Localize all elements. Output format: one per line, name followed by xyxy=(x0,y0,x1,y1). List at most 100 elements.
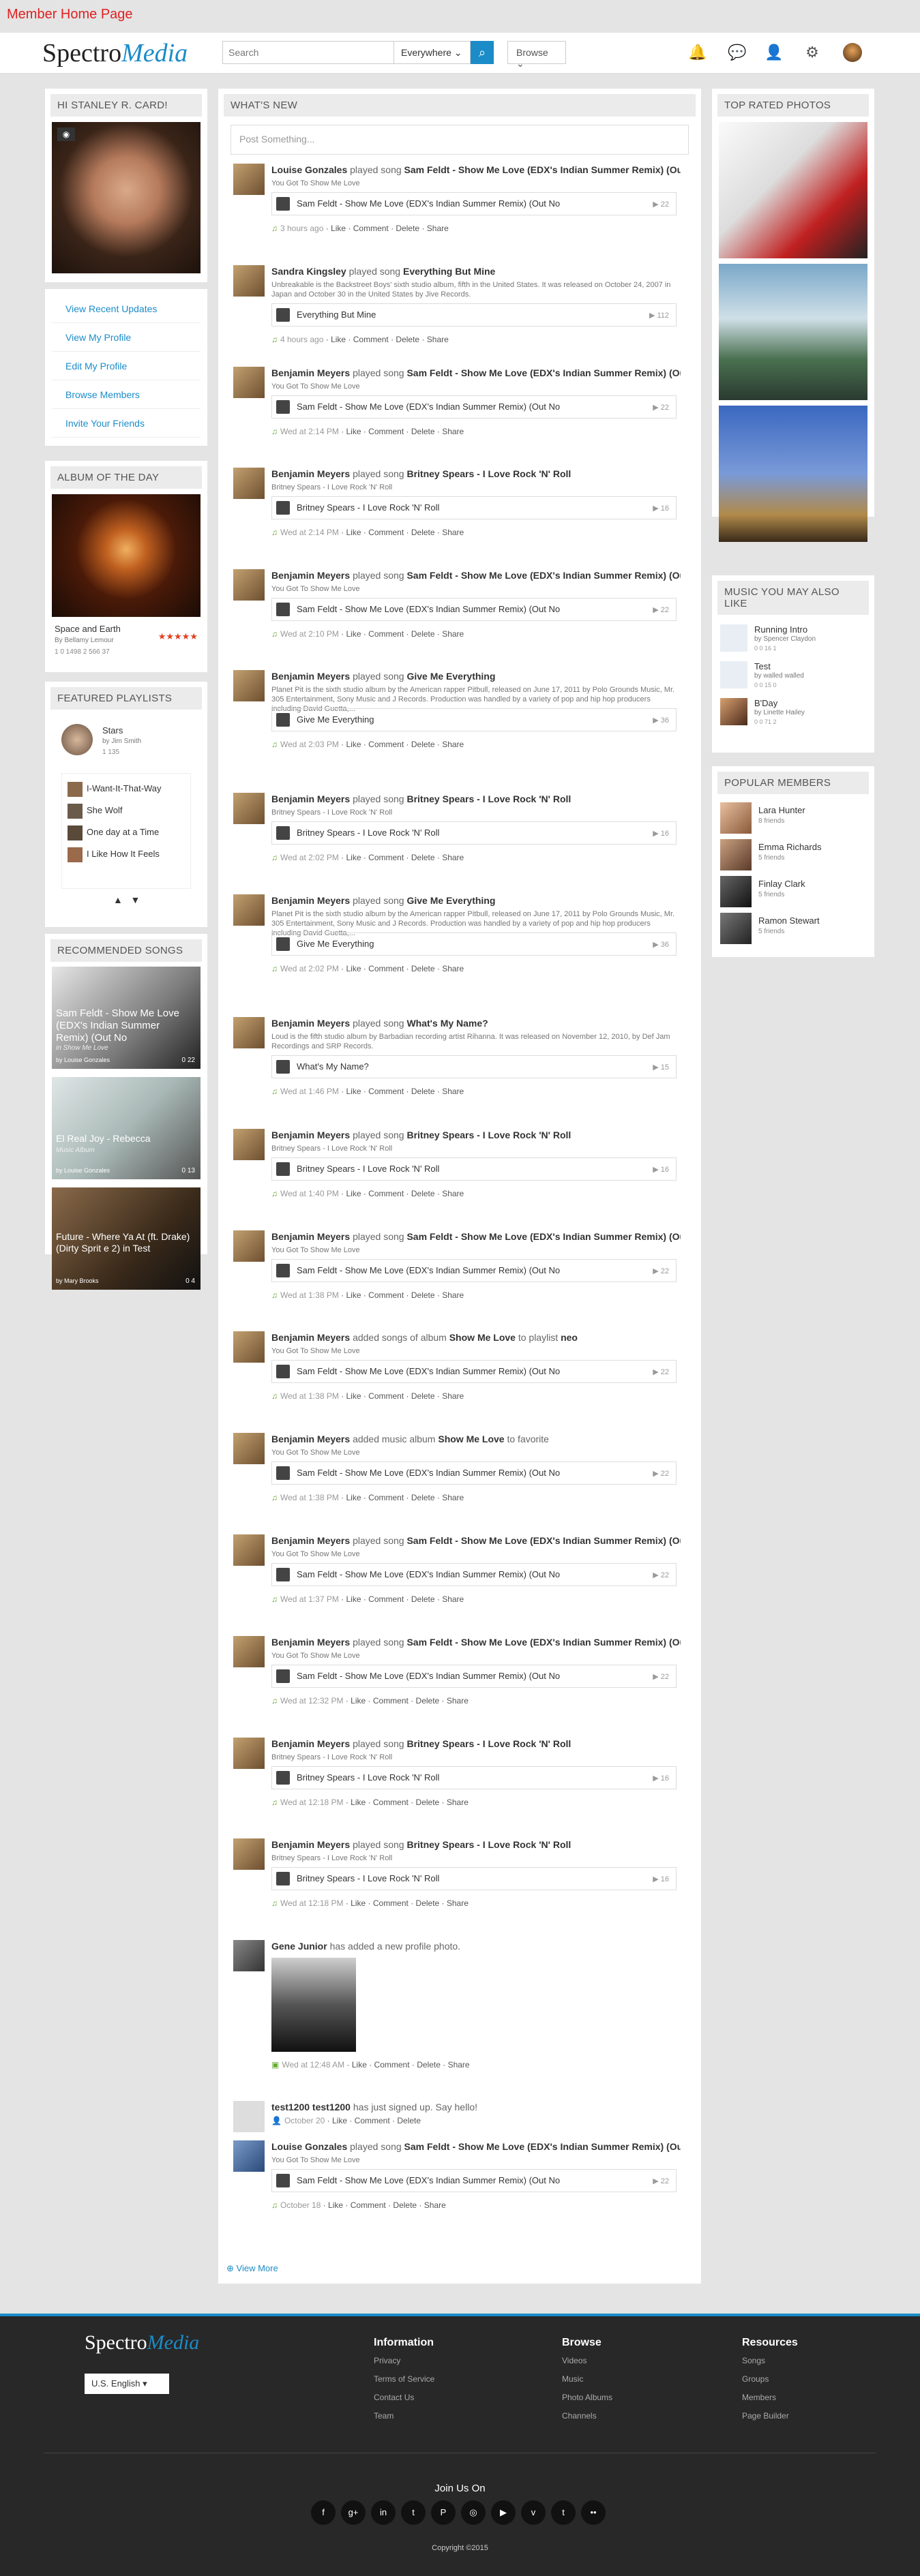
feed-object[interactable]: Give Me Everything xyxy=(406,671,495,682)
actor-name[interactable]: Benjamin Meyers xyxy=(271,367,350,378)
feed-track[interactable]: Sam Feldt - Show Me Love (EDX's Indian S… xyxy=(271,1360,677,1383)
top-photo[interactable] xyxy=(719,406,867,542)
feed-actions[interactable]: Like · Comment · Delete · Share xyxy=(351,1798,469,1807)
actor-name[interactable]: Benjamin Meyers xyxy=(271,1434,350,1444)
twitter-icon[interactable]: t xyxy=(401,2500,426,2525)
recommended-song-card[interactable]: El Real Joy - Rebecca Music Album by Lou… xyxy=(52,1077,201,1179)
language-select[interactable]: U.S. English ▾ xyxy=(85,2374,169,2394)
view-more-link[interactable]: ⊕ View More xyxy=(226,2263,278,2274)
playlist-track[interactable]: I Like How It Feels xyxy=(62,843,190,865)
feed-actions[interactable]: Like · Comment · Delete · Share xyxy=(346,1087,464,1096)
feed-actions[interactable]: Like · Comment · Delete · Share xyxy=(346,1493,464,1502)
feed-object[interactable]: Britney Spears - I Love Rock 'N' Roll xyxy=(406,793,571,804)
actor-avatar[interactable] xyxy=(233,468,265,499)
feed-object[interactable]: Sam Feldt - Show Me Love (EDX's Indian S… xyxy=(406,1535,681,1546)
actor-name[interactable]: Benjamin Meyers xyxy=(271,1637,350,1648)
tumblr-icon[interactable]: t xyxy=(551,2500,576,2525)
chat-icon[interactable]: 💬 xyxy=(727,42,747,63)
profile-photo[interactable]: ◉ xyxy=(52,122,201,273)
popular-member[interactable]: Finlay Clark 5 friends xyxy=(720,873,866,910)
bell-icon[interactable]: 🔔 xyxy=(687,42,708,63)
feed-object[interactable]: Give Me Everything xyxy=(406,895,495,906)
actor-name[interactable]: Louise Gonzales xyxy=(271,164,347,175)
feed-track[interactable]: Sam Feldt - Show Me Love (EDX's Indian S… xyxy=(271,1461,677,1485)
actor-name[interactable]: Benjamin Meyers xyxy=(271,1231,350,1242)
feed-track[interactable]: Sam Feldt - Show Me Love (EDX's Indian S… xyxy=(271,2169,677,2192)
playlist-track[interactable]: One day at a Time xyxy=(62,821,190,843)
popular-member[interactable]: Ramon Stewart 5 friends xyxy=(720,910,866,947)
actor-name[interactable]: Benjamin Meyers xyxy=(271,468,350,479)
feed-track[interactable]: Give Me Everything ▶ 36 xyxy=(271,933,677,956)
feed-track[interactable]: Sam Feldt - Show Me Love (EDX's Indian S… xyxy=(271,1259,677,1282)
pinterest-icon[interactable]: P xyxy=(431,2500,456,2525)
top-photo[interactable] xyxy=(719,264,867,400)
footer-link[interactable]: Music xyxy=(562,2374,612,2384)
actor-avatar[interactable] xyxy=(233,1331,265,1363)
feed-track[interactable]: Britney Spears - I Love Rock 'N' Roll ▶ 1… xyxy=(271,496,677,519)
playlist-track[interactable]: She Wolf xyxy=(62,800,190,821)
feed-actions[interactable]: Like · Comment · Delete · Share xyxy=(346,1189,464,1198)
facebook-icon[interactable]: f xyxy=(311,2500,336,2525)
feed-actions[interactable]: Like · Comment · Delete · Share xyxy=(331,335,449,344)
friends-icon[interactable]: 👤 xyxy=(764,42,784,63)
feed-track[interactable]: Give Me Everything ▶ 36 xyxy=(271,708,677,731)
footer-link[interactable]: Photo Albums xyxy=(562,2393,612,2402)
recommended-song-card[interactable]: Sam Feldt - Show Me Love (EDX's Indian S… xyxy=(52,967,201,1069)
footer-link[interactable]: Channels xyxy=(562,2411,612,2421)
actor-avatar[interactable] xyxy=(233,2101,265,2132)
footer-link[interactable]: Groups xyxy=(742,2374,798,2384)
feed-actions[interactable]: Like · Comment · Delete · Share xyxy=(351,1898,469,1908)
arrow-up-icon[interactable]: ▲ xyxy=(113,894,123,905)
actor-avatar[interactable] xyxy=(233,1129,265,1160)
footer-link[interactable]: Terms of Service xyxy=(374,2374,434,2384)
feed-object[interactable]: What's My Name? xyxy=(406,1018,488,1029)
feed-object[interactable]: Britney Spears - I Love Rock 'N' Roll xyxy=(406,1738,571,1749)
search-button[interactable]: ⌕ xyxy=(471,41,494,64)
actor-name[interactable]: Gene Junior xyxy=(271,1941,327,1952)
footer-logo[interactable]: SpectroMedia xyxy=(85,2331,199,2354)
vimeo-icon[interactable]: v xyxy=(521,2500,546,2525)
footer-link[interactable]: Page Builder xyxy=(742,2411,798,2421)
actor-name[interactable]: Sandra Kingsley xyxy=(271,266,346,277)
feed-object[interactable]: Sam Feldt - Show Me Love (EDX's Indian S… xyxy=(406,570,681,581)
actor-avatar[interactable] xyxy=(233,2140,265,2172)
actor-avatar[interactable] xyxy=(233,1838,265,1870)
arrow-down-icon[interactable]: ▼ xyxy=(131,894,140,905)
music-suggestion[interactable]: B'Day by Linette Hailey 0 0 71 2 xyxy=(720,694,866,731)
footer-link[interactable]: Videos xyxy=(562,2356,612,2365)
actor-avatar[interactable] xyxy=(233,569,265,601)
actor-avatar[interactable] xyxy=(233,1433,265,1464)
camera-icon[interactable]: ◉ xyxy=(57,127,75,141)
actor-name[interactable]: Benjamin Meyers xyxy=(271,570,350,581)
feed-actions[interactable]: Like · Comment · Delete · Share xyxy=(328,2200,446,2210)
feed-actions[interactable]: Like · Comment · Delete · Share xyxy=(346,740,464,749)
feed-track[interactable]: Britney Spears - I Love Rock 'N' Roll ▶ 1… xyxy=(271,1157,677,1181)
actor-name[interactable]: Benjamin Meyers xyxy=(271,1738,350,1749)
footer-link[interactable]: Songs xyxy=(742,2356,798,2365)
footer-link[interactable]: Members xyxy=(742,2393,798,2402)
feed-object[interactable]: Sam Feldt - Show Me Love (EDX's Indian S… xyxy=(404,2141,681,2152)
feed-actions[interactable]: Like · Comment · Delete · Share xyxy=(346,528,464,537)
actor-name[interactable]: Benjamin Meyers xyxy=(271,671,350,682)
actor-avatar[interactable] xyxy=(233,1636,265,1667)
feed-track[interactable]: What's My Name? ▶ 15 xyxy=(271,1055,677,1078)
feed-object[interactable]: Show Me Love xyxy=(438,1434,504,1444)
feed-track[interactable]: Sam Feldt - Show Me Love (EDX's Indian S… xyxy=(271,598,677,621)
feed-extra-object[interactable]: neo xyxy=(561,1332,578,1343)
feed-actions[interactable]: Like · Comment · Delete · Share xyxy=(352,2060,470,2070)
actor-avatar[interactable] xyxy=(233,670,265,701)
feed-track[interactable]: Sam Feldt - Show Me Love (EDX's Indian S… xyxy=(271,1665,677,1688)
feed-track[interactable]: Britney Spears - I Love Rock 'N' Roll ▶ 1… xyxy=(271,821,677,845)
feed-object[interactable]: Britney Spears - I Love Rock 'N' Roll xyxy=(406,468,571,479)
actor-avatar[interactable] xyxy=(233,367,265,398)
actor-avatar[interactable] xyxy=(233,1940,265,1971)
feed-object[interactable]: Everything But Mine xyxy=(403,266,495,277)
actor-name[interactable]: Benjamin Meyers xyxy=(271,1130,350,1140)
actor-name[interactable]: Louise Gonzales xyxy=(271,2141,347,2152)
actor-avatar[interactable] xyxy=(233,1017,265,1048)
top-photo[interactable] xyxy=(719,122,867,258)
linkedin-icon[interactable]: in xyxy=(371,2500,396,2525)
nav-invite-friends[interactable]: Invite Your Friends xyxy=(52,409,201,438)
user-avatar[interactable] xyxy=(843,43,862,62)
actor-name[interactable]: Benjamin Meyers xyxy=(271,895,350,906)
